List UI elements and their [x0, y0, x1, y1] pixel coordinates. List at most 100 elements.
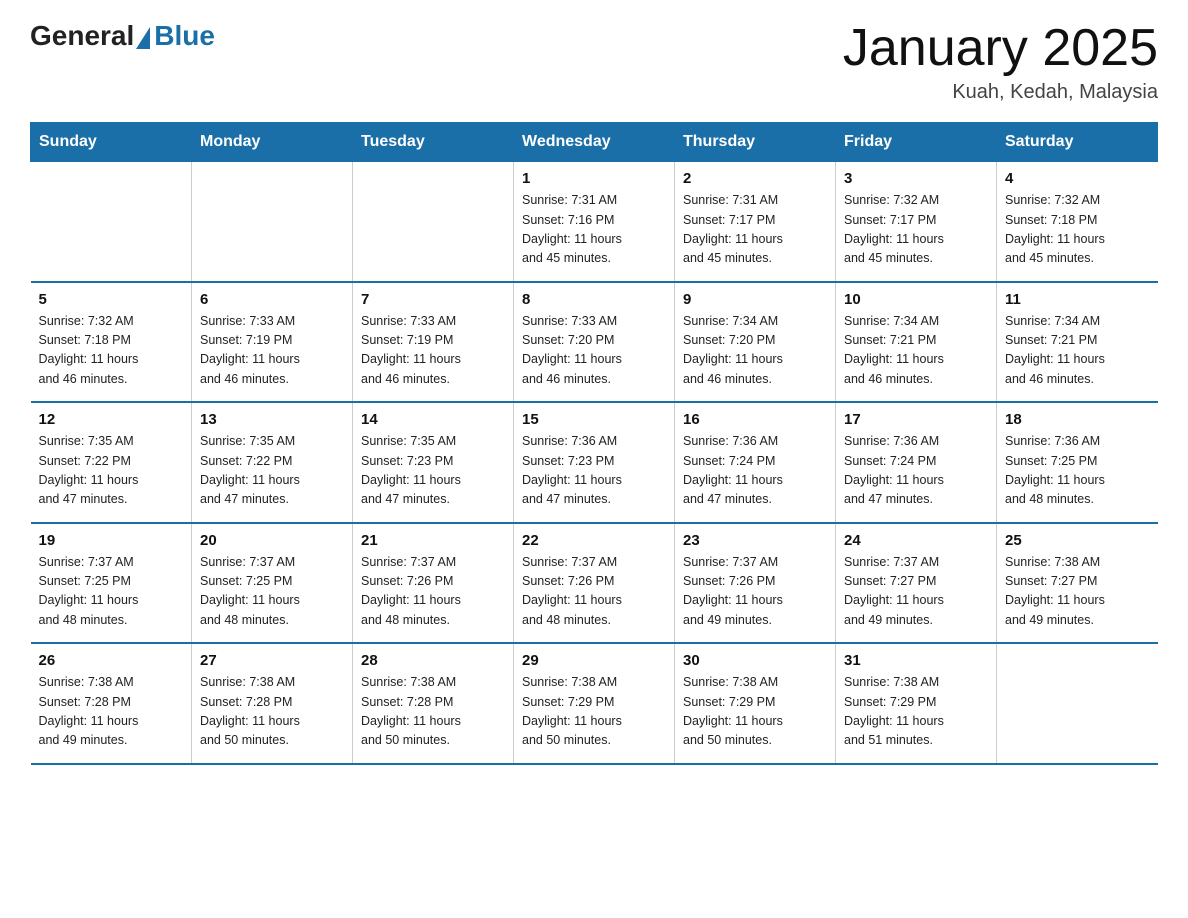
day-cell: 5 Sunrise: 7:32 AM Sunset: 7:18 PM Daylig… — [31, 282, 192, 403]
day-info: Sunrise: 7:32 AM Sunset: 7:17 PM Dayligh… — [844, 191, 988, 269]
header-monday: Monday — [192, 123, 353, 162]
day-number: 26 — [39, 652, 184, 669]
week-row-4: 26 Sunrise: 7:38 AM Sunset: 7:28 PM Dayli… — [31, 643, 1158, 764]
day-cell: 18 Sunrise: 7:36 AM Sunset: 7:25 PM Dayli… — [997, 402, 1158, 523]
day-number: 18 — [1005, 411, 1150, 428]
calendar-title: January 2025 — [843, 20, 1158, 77]
day-info: Sunrise: 7:35 AM Sunset: 7:22 PM Dayligh… — [200, 432, 344, 510]
day-cell: 3 Sunrise: 7:32 AM Sunset: 7:17 PM Daylig… — [836, 162, 997, 282]
calendar-header-row: SundayMondayTuesdayWednesdayThursdayFrid… — [31, 123, 1158, 162]
day-cell: 26 Sunrise: 7:38 AM Sunset: 7:28 PM Dayli… — [31, 643, 192, 764]
logo-general-text: General — [30, 20, 134, 52]
day-info: Sunrise: 7:38 AM Sunset: 7:29 PM Dayligh… — [844, 673, 988, 751]
day-cell: 20Sunrise: 7:37 AM Sunset: 7:25 PM Dayli… — [192, 523, 353, 644]
calendar-subtitle: Kuah, Kedah, Malaysia — [843, 81, 1158, 104]
week-row-3: 19 Sunrise: 7:37 AM Sunset: 7:25 PM Dayli… — [31, 523, 1158, 644]
header-friday: Friday — [836, 123, 997, 162]
day-number: 29 — [522, 652, 666, 669]
day-number: 28 — [361, 652, 505, 669]
day-info: Sunrise: 7:35 AM Sunset: 7:23 PM Dayligh… — [361, 432, 505, 510]
day-number: 6 — [200, 291, 344, 308]
day-number: 1 — [522, 170, 666, 187]
day-number: 9 — [683, 291, 827, 308]
day-cell: 23 Sunrise: 7:37 AM Sunset: 7:26 PM Dayli… — [675, 523, 836, 644]
day-number: 15 — [522, 411, 666, 428]
logo-triangle-icon — [136, 27, 150, 49]
day-info: Sunrise: 7:38 AM Sunset: 7:28 PM Dayligh… — [39, 673, 184, 751]
day-number: 23 — [683, 532, 827, 549]
day-info: Sunrise: 7:36 AM Sunset: 7:24 PM Dayligh… — [683, 432, 827, 510]
day-cell — [353, 162, 514, 282]
logo: General Blue — [30, 20, 215, 52]
day-cell: 6 Sunrise: 7:33 AM Sunset: 7:19 PM Daylig… — [192, 282, 353, 403]
day-cell: 10Sunrise: 7:34 AM Sunset: 7:21 PM Dayli… — [836, 282, 997, 403]
day-cell — [31, 162, 192, 282]
day-info: Sunrise: 7:36 AM Sunset: 7:25 PM Dayligh… — [1005, 432, 1150, 510]
day-info: Sunrise: 7:33 AM Sunset: 7:19 PM Dayligh… — [200, 312, 344, 390]
day-info: Sunrise: 7:37 AM Sunset: 7:27 PM Dayligh… — [844, 553, 988, 631]
day-number: 8 — [522, 291, 666, 308]
day-number: 5 — [39, 291, 184, 308]
day-info: Sunrise: 7:38 AM Sunset: 7:27 PM Dayligh… — [1005, 553, 1150, 631]
day-cell — [997, 643, 1158, 764]
day-number: 11 — [1005, 291, 1150, 308]
day-info: Sunrise: 7:31 AM Sunset: 7:17 PM Dayligh… — [683, 191, 827, 269]
day-number: 7 — [361, 291, 505, 308]
day-cell: 13 Sunrise: 7:35 AM Sunset: 7:22 PM Dayli… — [192, 402, 353, 523]
day-cell — [192, 162, 353, 282]
day-number: 2 — [683, 170, 827, 187]
day-cell: 15 Sunrise: 7:36 AM Sunset: 7:23 PM Dayli… — [514, 402, 675, 523]
day-cell: 12 Sunrise: 7:35 AM Sunset: 7:22 PM Dayli… — [31, 402, 192, 523]
day-info: Sunrise: 7:32 AM Sunset: 7:18 PM Dayligh… — [1005, 191, 1150, 269]
day-info: Sunrise: 7:37 AM Sunset: 7:26 PM Dayligh… — [683, 553, 827, 631]
header-saturday: Saturday — [997, 123, 1158, 162]
day-number: 22 — [522, 532, 666, 549]
day-info: Sunrise: 7:38 AM Sunset: 7:28 PM Dayligh… — [361, 673, 505, 751]
day-number: 31 — [844, 652, 988, 669]
day-info: Sunrise: 7:38 AM Sunset: 7:28 PM Dayligh… — [200, 673, 344, 751]
day-cell: 25Sunrise: 7:38 AM Sunset: 7:27 PM Dayli… — [997, 523, 1158, 644]
page-header: General Blue January 2025 Kuah, Kedah, M… — [30, 20, 1158, 104]
header-sunday: Sunday — [31, 123, 192, 162]
day-number: 30 — [683, 652, 827, 669]
day-cell: 2 Sunrise: 7:31 AM Sunset: 7:17 PM Daylig… — [675, 162, 836, 282]
day-number: 13 — [200, 411, 344, 428]
day-cell: 31 Sunrise: 7:38 AM Sunset: 7:29 PM Dayli… — [836, 643, 997, 764]
week-row-0: 1Sunrise: 7:31 AM Sunset: 7:16 PM Daylig… — [31, 162, 1158, 282]
day-info: Sunrise: 7:38 AM Sunset: 7:29 PM Dayligh… — [683, 673, 827, 751]
header-tuesday: Tuesday — [353, 123, 514, 162]
day-info: Sunrise: 7:36 AM Sunset: 7:23 PM Dayligh… — [522, 432, 666, 510]
day-number: 12 — [39, 411, 184, 428]
day-info: Sunrise: 7:38 AM Sunset: 7:29 PM Dayligh… — [522, 673, 666, 751]
day-cell: 28 Sunrise: 7:38 AM Sunset: 7:28 PM Dayli… — [353, 643, 514, 764]
day-cell: 9Sunrise: 7:34 AM Sunset: 7:20 PM Daylig… — [675, 282, 836, 403]
day-info: Sunrise: 7:32 AM Sunset: 7:18 PM Dayligh… — [39, 312, 184, 390]
day-cell: 4 Sunrise: 7:32 AM Sunset: 7:18 PM Daylig… — [997, 162, 1158, 282]
day-info: Sunrise: 7:35 AM Sunset: 7:22 PM Dayligh… — [39, 432, 184, 510]
day-cell: 1Sunrise: 7:31 AM Sunset: 7:16 PM Daylig… — [514, 162, 675, 282]
day-number: 3 — [844, 170, 988, 187]
day-number: 4 — [1005, 170, 1150, 187]
day-cell: 11Sunrise: 7:34 AM Sunset: 7:21 PM Dayli… — [997, 282, 1158, 403]
day-number: 16 — [683, 411, 827, 428]
title-block: January 2025 Kuah, Kedah, Malaysia — [843, 20, 1158, 104]
day-info: Sunrise: 7:34 AM Sunset: 7:21 PM Dayligh… — [844, 312, 988, 390]
header-thursday: Thursday — [675, 123, 836, 162]
day-cell: 27Sunrise: 7:38 AM Sunset: 7:28 PM Dayli… — [192, 643, 353, 764]
day-cell: 16 Sunrise: 7:36 AM Sunset: 7:24 PM Dayli… — [675, 402, 836, 523]
day-cell: 29 Sunrise: 7:38 AM Sunset: 7:29 PM Dayli… — [514, 643, 675, 764]
day-cell: 14Sunrise: 7:35 AM Sunset: 7:23 PM Dayli… — [353, 402, 514, 523]
day-cell: 21Sunrise: 7:37 AM Sunset: 7:26 PM Dayli… — [353, 523, 514, 644]
day-cell: 30 Sunrise: 7:38 AM Sunset: 7:29 PM Dayli… — [675, 643, 836, 764]
day-number: 19 — [39, 532, 184, 549]
day-cell: 8Sunrise: 7:33 AM Sunset: 7:20 PM Daylig… — [514, 282, 675, 403]
day-cell: 19 Sunrise: 7:37 AM Sunset: 7:25 PM Dayli… — [31, 523, 192, 644]
day-info: Sunrise: 7:37 AM Sunset: 7:25 PM Dayligh… — [39, 553, 184, 631]
header-wednesday: Wednesday — [514, 123, 675, 162]
day-info: Sunrise: 7:36 AM Sunset: 7:24 PM Dayligh… — [844, 432, 988, 510]
calendar-table: SundayMondayTuesdayWednesdayThursdayFrid… — [30, 122, 1158, 765]
day-number: 17 — [844, 411, 988, 428]
week-row-2: 12 Sunrise: 7:35 AM Sunset: 7:22 PM Dayli… — [31, 402, 1158, 523]
day-info: Sunrise: 7:37 AM Sunset: 7:26 PM Dayligh… — [522, 553, 666, 631]
day-cell: 7Sunrise: 7:33 AM Sunset: 7:19 PM Daylig… — [353, 282, 514, 403]
